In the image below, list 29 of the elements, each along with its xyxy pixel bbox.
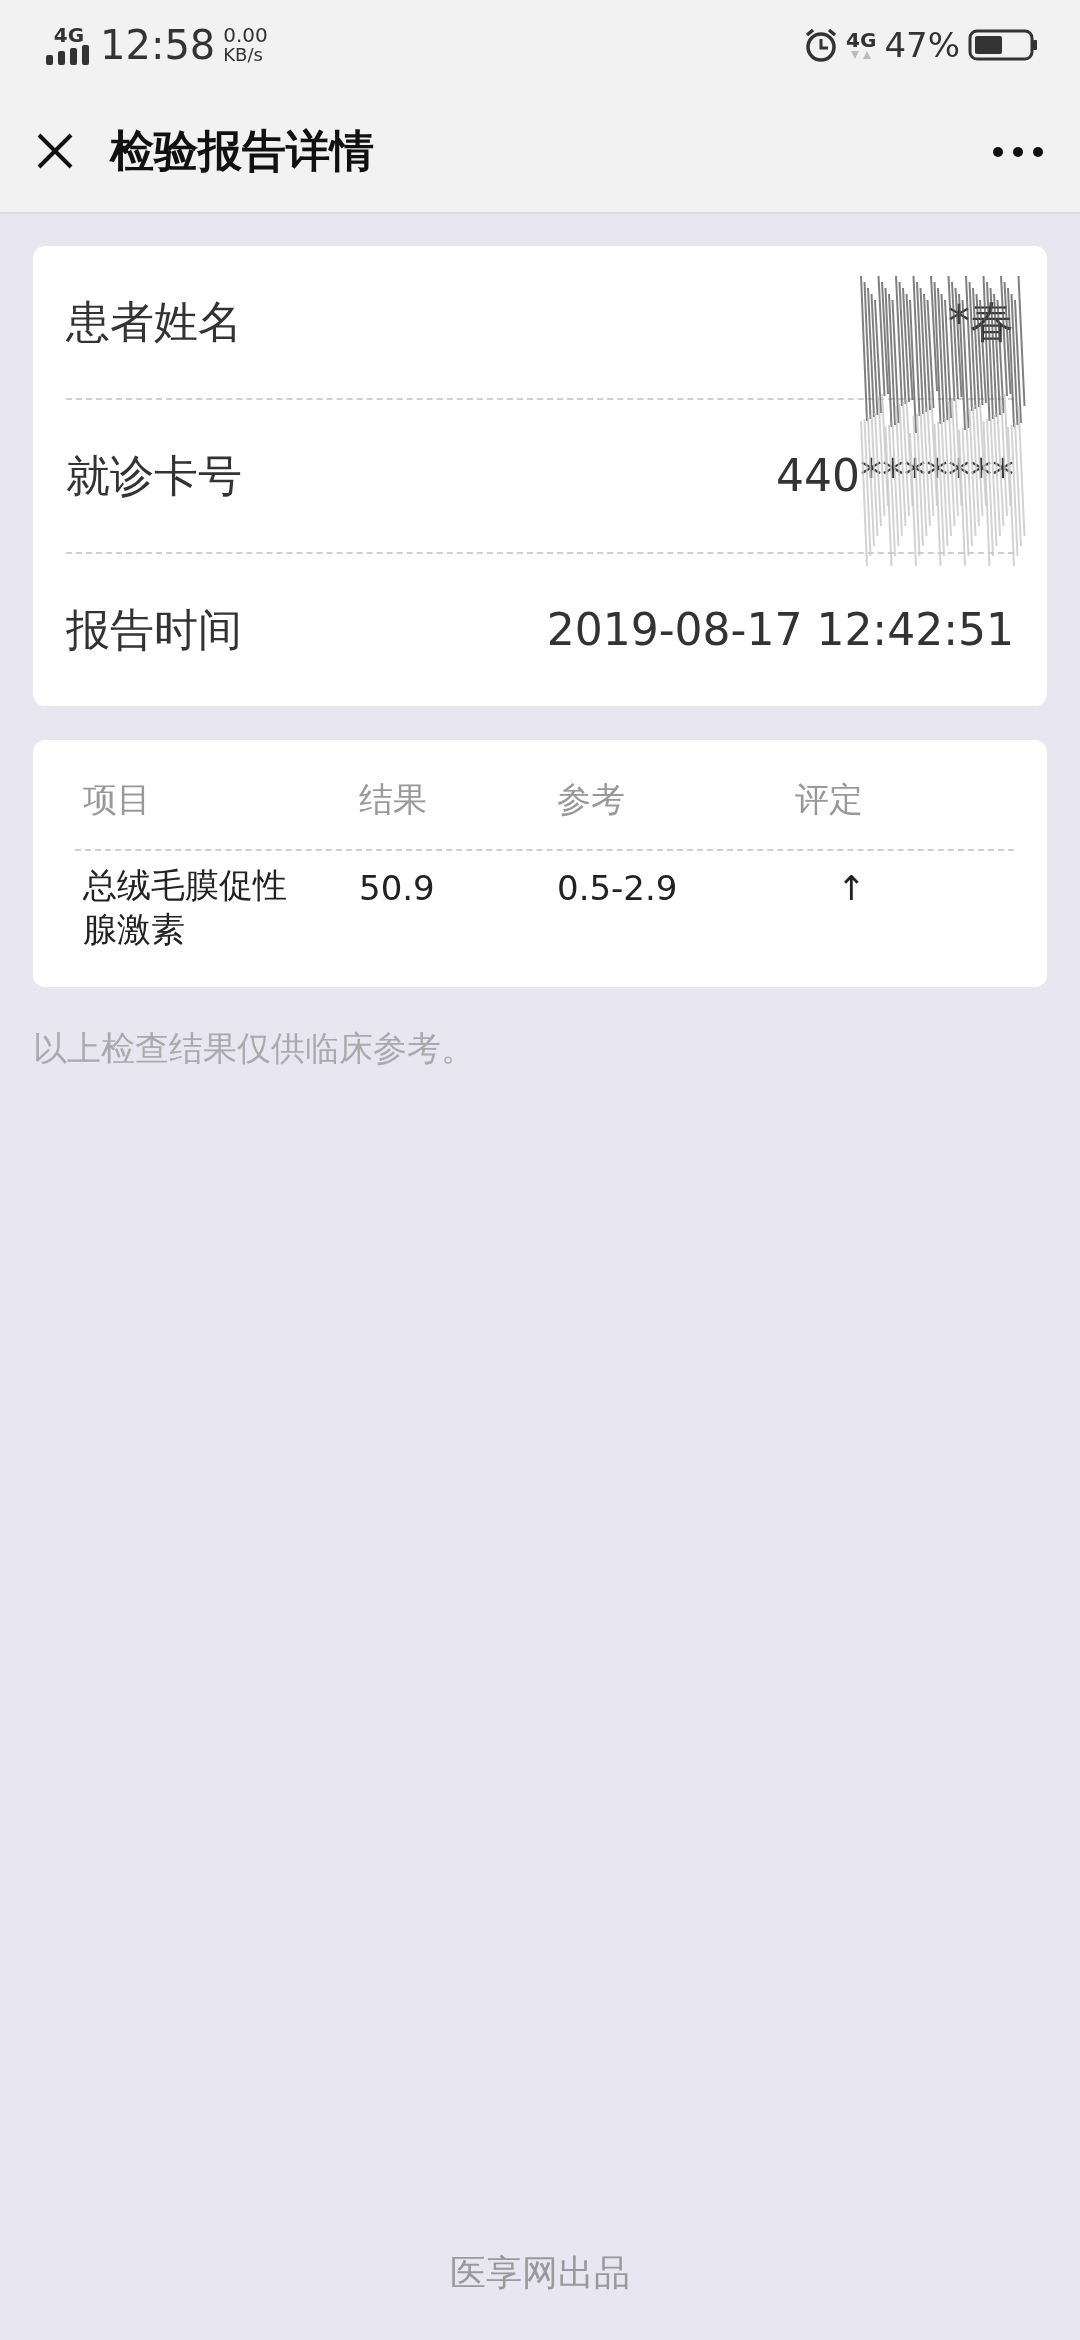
column-header: 评定 <box>795 778 864 821</box>
field-label: 患者姓名 <box>66 295 242 349</box>
battery-percent: 47% <box>884 23 960 67</box>
column-header: 结果 <box>359 778 428 821</box>
field-value: 440******* <box>776 449 1014 503</box>
field-value: 2019-08-17 12:42:51 <box>546 603 1014 657</box>
reference-range: 0.5-2.9 <box>557 868 678 908</box>
column-header: 项目 <box>83 778 152 821</box>
speed-unit: KB/s <box>223 46 264 65</box>
disclaimer-text: 以上检查结果仅供临床参考。 <box>33 1028 475 1069</box>
field-label: 就诊卡号 <box>66 449 242 503</box>
result-value: 50.9 <box>359 868 435 908</box>
column-header: 参考 <box>557 778 626 821</box>
signal-icon <box>46 45 92 65</box>
close-icon <box>36 132 74 170</box>
page-title: 检验报告详情 <box>110 124 375 178</box>
close-button[interactable] <box>36 132 74 170</box>
alarm-icon <box>804 28 839 62</box>
network-label: 4G <box>53 25 85 45</box>
footer-text: 医享网出品 <box>450 2252 630 2293</box>
clock-time: 12:58 <box>100 21 216 70</box>
network-label: 4G <box>846 30 877 50</box>
speed-value: 0.00 <box>223 25 268 47</box>
flag-arrow: ↑ <box>837 868 866 908</box>
item-name: 总绒毛膜促性腺激素 <box>83 864 288 952</box>
data-arrows-icon <box>850 50 873 60</box>
field-label: 报告时间 <box>66 603 242 657</box>
more-icon <box>992 145 1044 158</box>
battery-icon <box>968 29 1038 61</box>
